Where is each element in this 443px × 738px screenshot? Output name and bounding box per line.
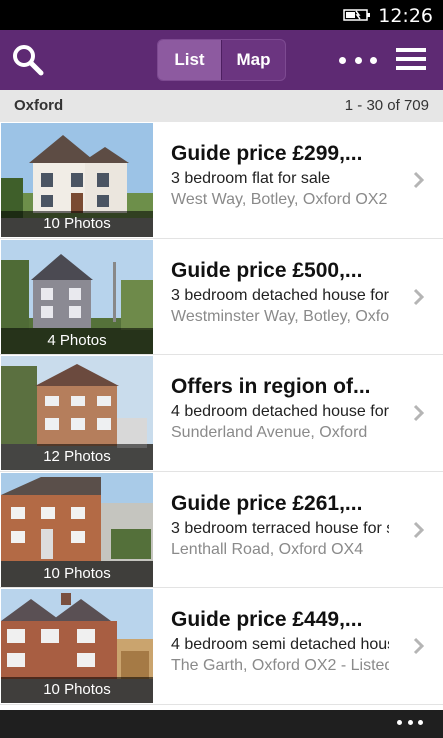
dot	[370, 56, 377, 64]
property-photo: 10 Photos	[1, 123, 153, 237]
listing-address: Westminster Way, Botley, Oxford	[171, 307, 389, 325]
photo-count: 10 Photos	[1, 677, 153, 703]
chevron-right-icon	[413, 404, 425, 422]
photo-count: 12 Photos	[1, 444, 153, 470]
photo-count: 4 Photos	[1, 327, 153, 354]
listing-price: Offers in region of...	[171, 375, 371, 398]
results-header: Oxford 1 - 30 of 709	[0, 90, 443, 122]
listing-item[interactable]: 4 Photos Guide price £500,... 3 bedroom …	[0, 238, 443, 355]
listing-item[interactable]: 10 Photos Guide price £299,... 3 bedroom…	[0, 122, 443, 239]
listing-item[interactable]: 10 Photos Guide price £449,... 4 bedroom…	[0, 588, 443, 705]
status-bar: 12:26	[0, 0, 443, 30]
listing-list: 10 Photos Guide price £299,... 3 bedroom…	[0, 122, 443, 710]
listing-item[interactable]: 10 Photos Guide price £261,... 3 bedroom…	[0, 471, 443, 588]
search-icon[interactable]	[10, 42, 46, 78]
property-photo: 12 Photos	[1, 356, 153, 470]
clock: 12:26	[378, 5, 433, 27]
listing-price: Guide price £299,...	[171, 142, 363, 165]
listing-description: 4 bedroom semi detached house for sale	[171, 636, 389, 653]
dot	[407, 720, 413, 725]
tab-list[interactable]: List	[158, 40, 221, 80]
listing-price: Guide price £261,...	[171, 491, 363, 515]
listing-info: Guide price £299,... 3 bedroom flat for …	[171, 140, 389, 211]
listing-address: Sunderland Avenue, Oxford	[171, 424, 368, 441]
dot	[418, 720, 423, 725]
listing-description: 3 bedroom terraced house for sale	[171, 519, 389, 537]
property-photo: 10 Photos	[1, 472, 153, 587]
listing-description: 3 bedroom detached house for sale	[171, 286, 389, 304]
chevron-right-icon	[413, 521, 425, 538]
listing-description: 4 bedroom detached house for sale	[171, 403, 389, 420]
hamburger-icon[interactable]	[396, 47, 426, 71]
more-icon[interactable]	[339, 48, 377, 72]
listing-price: Guide price £449,...	[171, 608, 363, 631]
view-toggle: List Map	[157, 39, 286, 81]
results-count: 1 - 30 of 709	[344, 97, 429, 114]
listing-address: West Way, Botley, Oxford OX2	[171, 191, 388, 208]
listing-info: Offers in region of... 4 bedroom detache…	[171, 373, 389, 444]
listing-item[interactable]: 12 Photos Offers in region of... 4 bedro…	[0, 355, 443, 472]
dot	[354, 56, 362, 64]
chevron-right-icon	[413, 171, 425, 189]
listing-address: Lenthall Road, Oxford OX4	[171, 540, 364, 558]
tab-map[interactable]: Map	[222, 40, 285, 80]
listing-price: Guide price £500,...	[171, 258, 363, 282]
photo-count: 10 Photos	[1, 211, 153, 237]
photo-count: 10 Photos	[1, 560, 153, 587]
listing-info: Guide price £449,... 4 bedroom semi deta…	[171, 606, 389, 677]
location-label: Oxford	[14, 97, 64, 114]
ellipsis-icon[interactable]	[397, 720, 423, 728]
chevron-right-icon	[413, 637, 425, 655]
app-header: List Map	[0, 30, 443, 90]
chevron-right-icon	[413, 288, 425, 305]
battery-charging-icon	[343, 9, 370, 21]
dot	[397, 720, 402, 725]
app-bar	[0, 710, 443, 738]
listing-description: 3 bedroom flat for sale	[171, 170, 331, 187]
property-photo: 10 Photos	[1, 589, 153, 703]
dot	[339, 56, 346, 64]
listing-info: Guide price £500,... 3 bedroom detached …	[171, 257, 389, 328]
listing-info: Guide price £261,... 3 bedroom terraced …	[171, 490, 389, 561]
property-photo: 4 Photos	[1, 239, 153, 354]
listing-address: The Garth, Oxford OX2 - Listed	[171, 657, 389, 674]
